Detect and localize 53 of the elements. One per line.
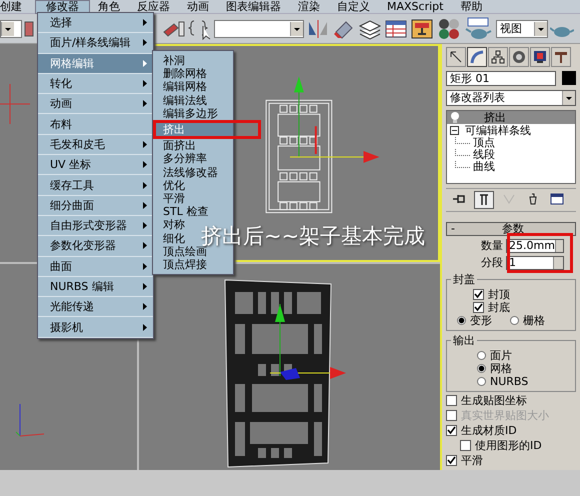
menu-item[interactable]: 网格编辑: [38, 54, 153, 74]
field-label: 数量: [481, 238, 503, 253]
menu-item[interactable]: 摄影机: [38, 317, 153, 338]
menu-item[interactable]: 删除网格: [153, 67, 233, 80]
object-name-field[interactable]: 矩形 01: [446, 71, 556, 86]
menu-item[interactable]: 帮助: [460, 0, 492, 14]
menu-item[interactable]: NURBS 编辑: [38, 276, 153, 298]
stack-sub-item[interactable]: 顶点: [447, 137, 575, 149]
menu-item[interactable]: 多分辨率: [153, 152, 233, 166]
stack-item[interactable]: 可编辑样条线: [447, 124, 575, 137]
stack-sub-item[interactable]: 曲线: [447, 161, 575, 173]
radio-button[interactable]: 网格: [477, 362, 512, 375]
menu-item[interactable]: 平滑: [153, 192, 233, 206]
checkbox[interactable]: 平滑: [446, 454, 576, 467]
menu-item[interactable]: 渲染: [298, 0, 329, 14]
menu-item[interactable]: 图表编辑器: [226, 0, 290, 14]
menu-item[interactable]: 自定义: [337, 0, 379, 14]
menu-item[interactable]: 编辑多边形: [153, 106, 233, 120]
checkbox[interactable]: 封顶: [451, 288, 571, 301]
menu-item[interactable]: 光能传递: [38, 297, 153, 318]
stack-item[interactable]: 挤出: [447, 111, 575, 124]
radio-button[interactable]: 栅格: [510, 314, 545, 327]
spinner-field[interactable]: 25.0mm: [506, 238, 564, 252]
menu-item[interactable]: 创建: [0, 0, 31, 14]
field-label: 分段: [481, 255, 503, 270]
modifier-list-dropdown[interactable]: 修改器列表: [446, 90, 576, 106]
stack-sub-item[interactable]: 线段: [447, 149, 575, 161]
radio-button[interactable]: 面片: [477, 349, 512, 362]
menu-item[interactable]: 选择: [38, 13, 153, 34]
menu-item[interactable]: MAXScript: [387, 0, 452, 14]
menu-item[interactable]: 反应器: [137, 0, 179, 14]
menu-item[interactable]: 顶点绘画: [153, 244, 233, 258]
menu-item[interactable]: 动画: [187, 0, 218, 14]
menu-item[interactable]: 编辑法线: [153, 94, 233, 107]
menu-item[interactable]: STL 检查: [153, 205, 233, 218]
checkbox[interactable]: 封底: [451, 301, 571, 314]
group-title: 封盖: [452, 272, 476, 287]
view-dropdown[interactable]: 视图: [496, 20, 548, 38]
radio-button[interactable]: NURBS: [477, 375, 528, 388]
menu-item[interactable]: 顶点焊接: [153, 258, 233, 272]
menu-item[interactable]: 优化: [153, 178, 233, 192]
menu-item[interactable]: 挤出: [153, 123, 233, 136]
menu-item[interactable]: 角色: [98, 0, 129, 14]
menu-item[interactable]: 补洞: [153, 54, 233, 68]
menu-item[interactable]: 编辑网格: [153, 80, 233, 94]
spinner-field[interactable]: 1: [506, 256, 564, 270]
menu-item[interactable]: 法线修改器: [153, 166, 233, 179]
checkbox[interactable]: 生成贴图坐标: [446, 394, 576, 407]
checkbox[interactable]: 生成材质ID: [446, 424, 576, 437]
radio-button[interactable]: 变形: [457, 314, 492, 327]
group-title: 输出: [452, 333, 476, 348]
checkbox[interactable]: 使用图形的ID: [446, 439, 576, 452]
menu-item[interactable]: 面挤出: [153, 139, 233, 152]
